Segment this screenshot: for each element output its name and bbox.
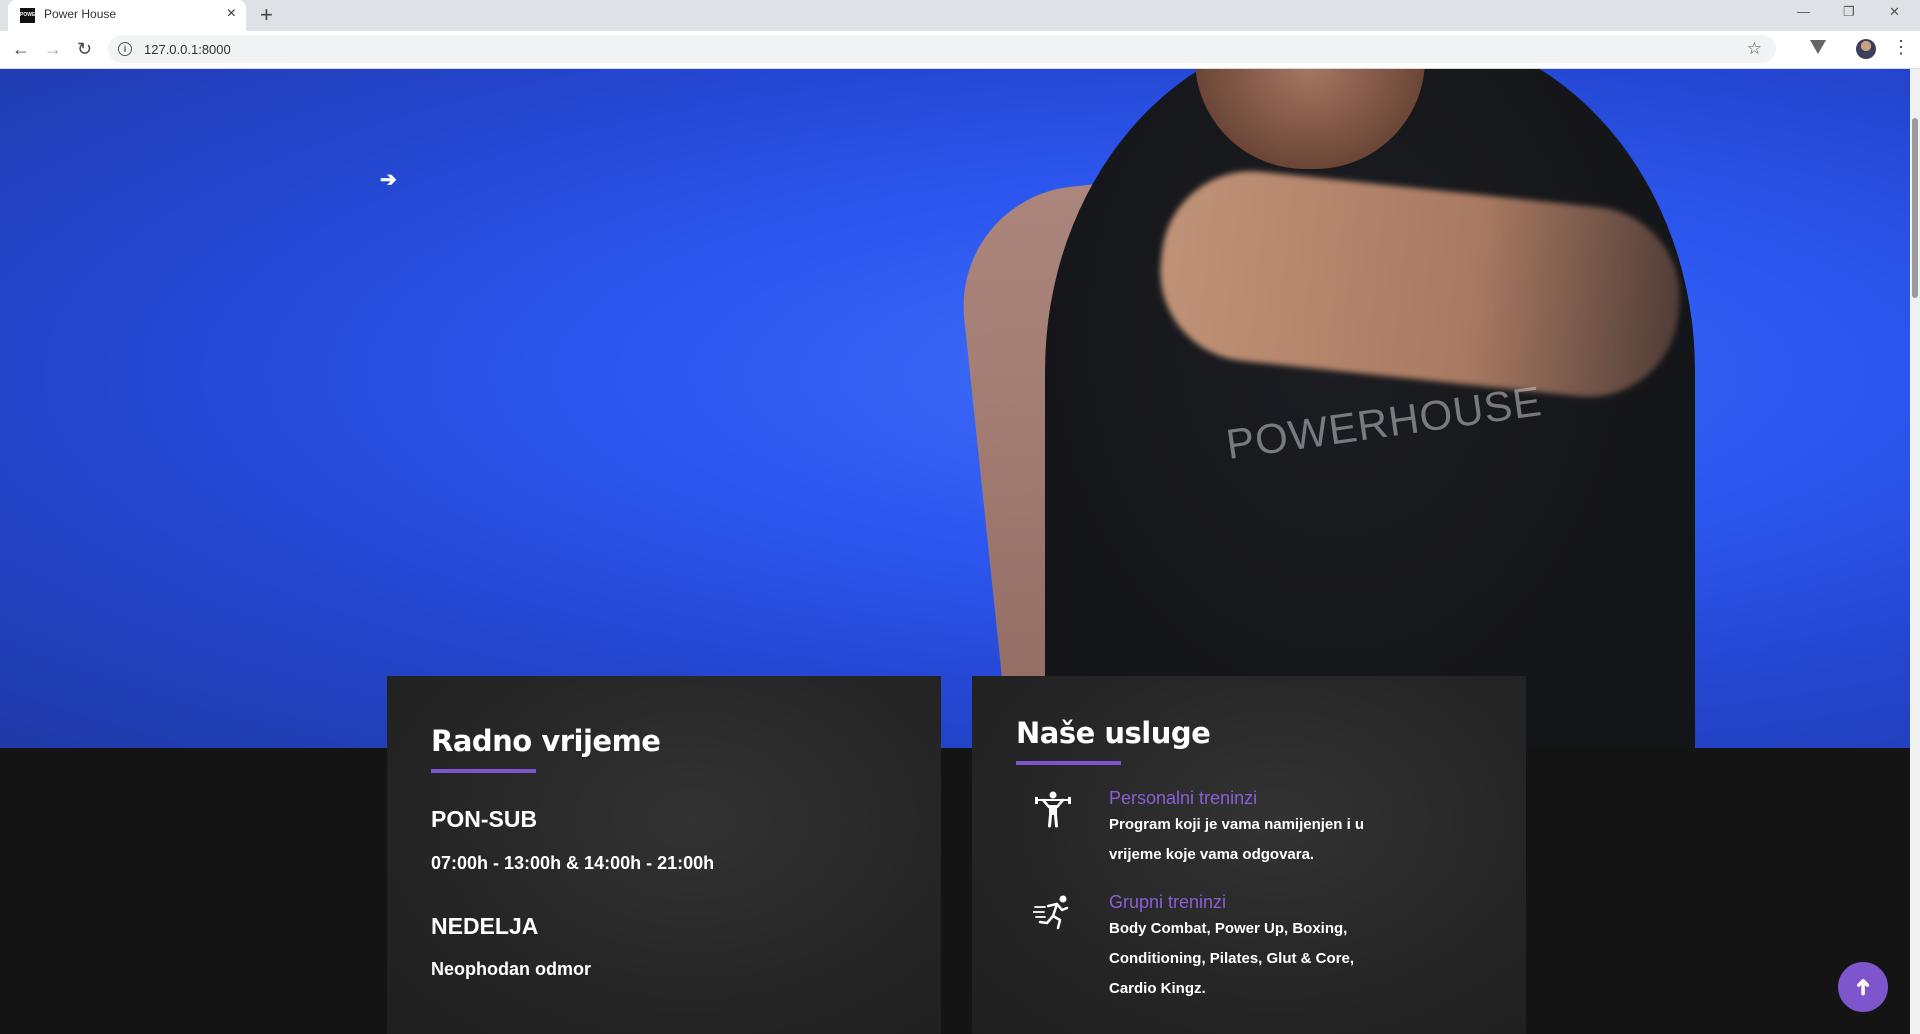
day-name: PON-SUB: [431, 806, 538, 832]
day-hours: 07:00h - 13:00h & 14:00h - 21:00h: [431, 853, 715, 873]
browser-menu-icon[interactable]: ⋮: [1892, 37, 1910, 58]
address-bar[interactable]: i 127.0.0.1:8000 ☆: [108, 35, 1776, 63]
services-title: Naše usluge: [1016, 716, 1211, 750]
site-info-icon[interactable]: i: [118, 42, 132, 56]
hero-banner: POWERHOUSE ➔: [0, 69, 1910, 748]
service-title[interactable]: Grupni treninzi: [1109, 892, 1226, 913]
browser-tab-strip: POWER Power House × + — ❐ ✕: [0, 0, 1920, 31]
forward-button[interactable]: →: [44, 37, 62, 61]
runner-icon: [1033, 895, 1069, 930]
site-favicon-icon: POWER: [20, 8, 39, 23]
bookmark-star-icon[interactable]: ☆: [1747, 39, 1762, 59]
working-hours-card: Radno vrijeme PON-SUB 07:00h - 13:00h & …: [387, 676, 941, 1034]
day-name: NEDELJA: [431, 913, 539, 939]
extension-icon[interactable]: [1810, 40, 1826, 54]
working-hours-title: Radno vrijeme: [431, 724, 661, 758]
browser-toolbar: ← → ↻ i 127.0.0.1:8000 ☆ ⋮: [0, 31, 1920, 69]
title-underline: [1016, 761, 1121, 765]
browser-tab[interactable]: POWER Power House ×: [8, 0, 246, 31]
title-underline: [431, 769, 536, 773]
url-text[interactable]: 127.0.0.1:8000: [144, 42, 231, 57]
hero-arrow-icon[interactable]: ➔: [380, 167, 397, 192]
day-hours: Neophodan odmor: [431, 959, 591, 979]
service-title[interactable]: Personalni treninzi: [1109, 788, 1257, 809]
back-button[interactable]: ←: [12, 37, 30, 61]
service-description: Body Combat, Power Up, Boxing, Condition…: [1109, 920, 1355, 997]
profile-avatar[interactable]: [1856, 39, 1876, 59]
scrollbar-thumb[interactable]: [1912, 118, 1918, 298]
scroll-to-top-button[interactable]: ➜: [1838, 962, 1888, 1012]
weightlifter-icon: [1035, 791, 1071, 828]
window-minimize-button[interactable]: —: [1797, 4, 1810, 19]
reload-button[interactable]: ↻: [77, 37, 92, 61]
services-card: Naše usluge Personalni treninzi Program …: [972, 676, 1526, 1034]
window-restore-button[interactable]: ❐: [1843, 4, 1855, 20]
tab-close-icon[interactable]: ×: [227, 5, 236, 23]
new-tab-button[interactable]: +: [260, 2, 273, 28]
tab-title: Power House: [44, 7, 117, 21]
service-description: Program koji je vama namijenjen i u vrij…: [1109, 816, 1365, 863]
window-close-button[interactable]: ✕: [1889, 4, 1900, 20]
